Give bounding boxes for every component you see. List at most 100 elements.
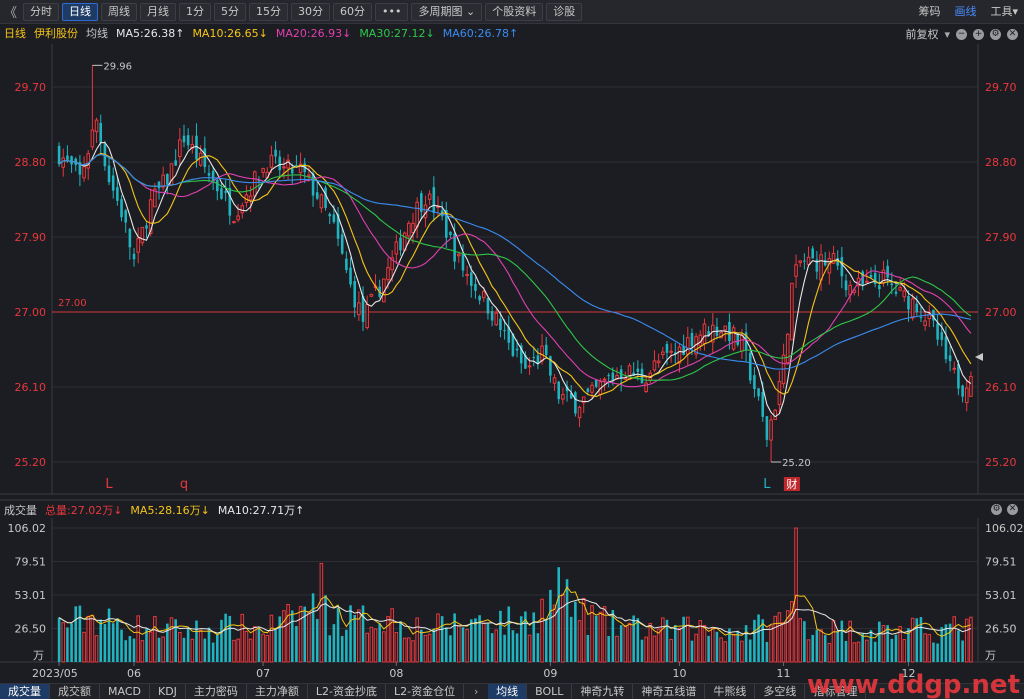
candle-body-down bbox=[195, 135, 198, 160]
candle-body-down bbox=[128, 228, 132, 248]
candle-body-up bbox=[769, 419, 773, 441]
candle-body-up bbox=[819, 254, 823, 281]
candle-body-down bbox=[803, 260, 806, 262]
indicator-tab[interactable]: 牛熊线 bbox=[705, 683, 756, 699]
candle-body-down bbox=[432, 187, 436, 213]
candle-body-up bbox=[365, 304, 369, 329]
volume-bar-up bbox=[319, 562, 324, 663]
volume-bar-up bbox=[527, 634, 532, 663]
candle-body-down bbox=[182, 135, 186, 143]
indicator-tab[interactable]: BOLL bbox=[527, 683, 573, 699]
indicator-tab[interactable]: 神奇九转 bbox=[572, 683, 634, 699]
candle-body-up bbox=[790, 282, 794, 341]
volume-bar-up bbox=[598, 611, 603, 663]
volume-bar-up bbox=[561, 593, 565, 663]
volume-bar-up bbox=[644, 636, 648, 663]
volume-bar-down bbox=[186, 627, 190, 662]
volume-bar-down bbox=[353, 614, 356, 662]
candle-body-down bbox=[274, 149, 277, 157]
indicator-tab[interactable]: 主力净额 bbox=[247, 683, 308, 699]
price-tick-right: 27.00 bbox=[985, 306, 1017, 319]
volume-bar-down bbox=[132, 638, 136, 662]
volume-bar-up bbox=[581, 597, 586, 663]
candle-body-up bbox=[686, 337, 690, 355]
candle-body-up bbox=[411, 222, 415, 234]
reference-line-label: 27.00 bbox=[58, 298, 87, 309]
volume-bar-up bbox=[777, 612, 782, 663]
volume-bar-up bbox=[365, 632, 369, 663]
candle-body-down bbox=[345, 258, 348, 271]
volume-bar-up bbox=[540, 598, 544, 663]
volume-bar-down bbox=[216, 634, 219, 662]
candle-body-up bbox=[702, 323, 707, 344]
volume-bar-up bbox=[169, 617, 174, 663]
candle-body-up bbox=[282, 166, 286, 169]
volume-bar-down bbox=[111, 623, 115, 662]
volume-bar-up bbox=[590, 605, 594, 663]
volume-bar-down bbox=[690, 640, 694, 662]
candle-body-down bbox=[449, 231, 452, 236]
indicator-tab[interactable]: 成交额 bbox=[50, 683, 100, 699]
candle-body-down bbox=[486, 298, 490, 314]
volume-bar-down bbox=[224, 613, 227, 662]
volume-bar-down bbox=[611, 610, 615, 662]
ma5-line bbox=[58, 142, 972, 418]
volume-unit-left: 万 bbox=[33, 649, 44, 662]
volume-bar-up bbox=[686, 616, 690, 663]
candle-body-down bbox=[594, 379, 598, 387]
volume-bar-down bbox=[761, 619, 765, 662]
indicator-tab[interactable]: 成交量 bbox=[0, 683, 50, 699]
volume-bar-down bbox=[174, 619, 177, 662]
volume-bar-down bbox=[915, 618, 919, 662]
indicator-tab[interactable]: 多空线 bbox=[755, 683, 806, 699]
volume-bar-down bbox=[886, 625, 889, 662]
volume-bar-down bbox=[957, 630, 960, 662]
signal-marker: L bbox=[105, 477, 113, 492]
candle-body-down bbox=[869, 275, 873, 278]
volume-bar-down bbox=[878, 621, 881, 662]
indicator-tab[interactable]: 均线 bbox=[488, 683, 528, 699]
candle-body-up bbox=[969, 375, 973, 397]
candle-body-down bbox=[340, 234, 344, 254]
volume-bar-up bbox=[648, 622, 653, 663]
volume-bar-down bbox=[432, 628, 436, 662]
indicator-tab[interactable]: 神奇五线谱 bbox=[633, 683, 706, 699]
candle-body-down bbox=[611, 372, 615, 380]
volume-bar-up bbox=[394, 632, 399, 663]
candle-body-up bbox=[652, 360, 657, 371]
candle-body-down bbox=[57, 145, 61, 165]
candle-body-up bbox=[952, 367, 957, 370]
indicator-tab[interactable]: MACD bbox=[100, 683, 150, 699]
volume-bar-up bbox=[140, 640, 145, 663]
candle-body-up bbox=[806, 256, 811, 265]
indicator-tab[interactable]: 主力密码 bbox=[186, 683, 247, 699]
indicator-tab[interactable]: L2-资金仓位 bbox=[386, 683, 465, 699]
candle-body-down bbox=[145, 225, 148, 229]
volume-bar-down bbox=[811, 634, 814, 662]
indicator-tab[interactable]: KDJ bbox=[150, 683, 186, 699]
volume-bar-up bbox=[661, 617, 665, 663]
candle-body-up bbox=[386, 267, 390, 281]
candle-body-down bbox=[203, 148, 207, 168]
volume-bar-down bbox=[420, 629, 423, 662]
volume-tick-right: 53.01 bbox=[985, 589, 1017, 602]
candle-body-down bbox=[124, 210, 127, 223]
indicator-tab[interactable]: L2-资金抄底 bbox=[308, 683, 387, 699]
tab-scroll-icon[interactable]: › bbox=[464, 684, 488, 699]
candle-body-down bbox=[894, 291, 898, 294]
price-tick-left: 28.80 bbox=[15, 156, 47, 169]
candle-body-down bbox=[328, 213, 332, 217]
volume-bar-down bbox=[586, 634, 590, 662]
volume-bar-up bbox=[236, 638, 240, 663]
volume-bar-up bbox=[731, 633, 736, 663]
volume-bar-up bbox=[669, 638, 673, 663]
volume-bar-up bbox=[265, 634, 270, 663]
volume-bar-down bbox=[399, 621, 402, 662]
volume-bar-down bbox=[511, 630, 515, 662]
kline-chart[interactable]: 29.70 29.70 28.80 28.80 27.90 27.90 27.00 27.00… bbox=[0, 0, 1024, 683]
volume-bar-up bbox=[298, 606, 303, 663]
volume-tick-right: 106.02 bbox=[985, 522, 1024, 535]
candle-body-up bbox=[723, 325, 728, 331]
volume-bar-up bbox=[94, 635, 99, 663]
volume-bar-up bbox=[252, 626, 257, 663]
